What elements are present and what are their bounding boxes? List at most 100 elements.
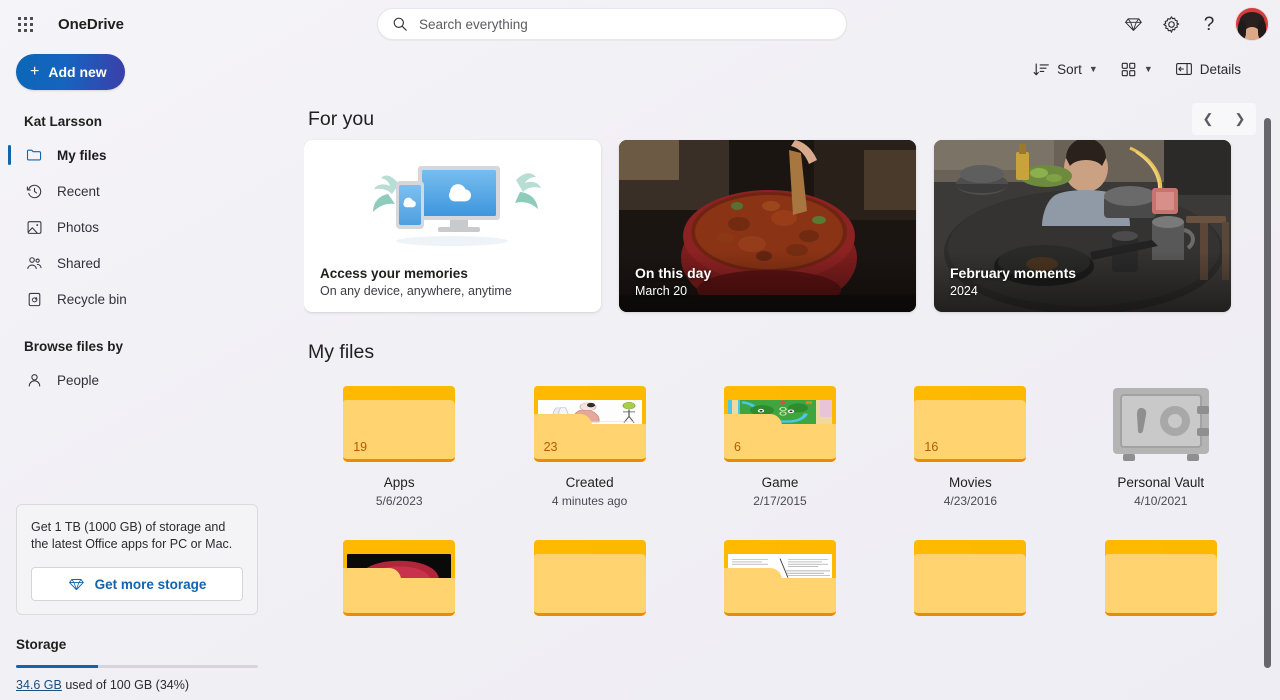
sidebar-item-shared[interactable]: Shared (16, 245, 268, 281)
chevron-left-icon[interactable]: ❮ (1192, 103, 1224, 135)
file-tile[interactable] (304, 518, 494, 626)
personal-vault-safe-icon (1105, 386, 1217, 462)
folder-icon (724, 540, 836, 616)
file-tile[interactable]: 16 Movies 4/23/2016 (875, 364, 1065, 518)
sidebar-item-people[interactable]: People (16, 362, 268, 398)
get-more-storage-label: Get more storage (95, 577, 207, 592)
storage-progress-bar (16, 665, 258, 668)
onedrive-app: OneDrive (0, 0, 1280, 700)
storage-used-link[interactable]: 34.6 GB (16, 678, 62, 692)
command-bar: Sort ▼ ▼ (304, 48, 1256, 90)
file-tile-name: Personal Vault (1117, 475, 1204, 490)
search-container (377, 8, 847, 40)
card-subtitle: March 20 (635, 284, 900, 298)
card-title: February moments (950, 265, 1215, 281)
folder-icon (1105, 540, 1217, 616)
for-you-card-on-this-day[interactable]: On this day March 20 (619, 140, 916, 312)
sort-button[interactable]: Sort ▼ (1024, 53, 1107, 85)
scrollbar-thumb[interactable] (1264, 118, 1271, 668)
app-body: + Add new Kat Larsson My files (0, 48, 1280, 700)
sidebar-item-photos[interactable]: Photos (16, 209, 268, 245)
file-tile-name: Apps (384, 475, 415, 490)
folder-icon: 16 (914, 386, 1026, 462)
folder-icon (24, 147, 44, 164)
add-new-label: Add new (48, 64, 106, 80)
diamond-icon[interactable] (1116, 7, 1150, 41)
sort-label: Sort (1057, 62, 1082, 77)
sidebar-item-label: People (57, 373, 99, 388)
app-launcher-grid-icon[interactable] (8, 7, 42, 41)
recent-clock-icon (24, 183, 44, 200)
browse-files-by-header: Browse files by (16, 317, 284, 362)
card-subtitle: On any device, anywhere, anytime (320, 284, 585, 298)
file-tile-name: Movies (949, 475, 992, 490)
files-grid: 19Apps5/6/202323Created4 minutes ago6Gam… (304, 364, 1256, 626)
sidebar-item-label: Photos (57, 220, 99, 235)
folder-item-count: 16 (924, 440, 938, 454)
scroll-area: For you ❮ ❯ (304, 90, 1256, 700)
storage-promo-card: Get 1 TB (1000 GB) of storage and the la… (16, 504, 258, 616)
file-tile[interactable]: Personal Vault 4/10/2021 (1066, 364, 1256, 518)
get-more-storage-button[interactable]: Get more storage (31, 567, 243, 601)
people-shared-icon (24, 255, 44, 272)
file-tile-name: Game (762, 475, 799, 490)
search-box[interactable] (377, 8, 847, 40)
for-you-card-february-moments[interactable]: February moments 2024 (934, 140, 1231, 312)
storage-used-detail: used of 100 GB (34%) (62, 678, 189, 692)
file-tile-name: Created (566, 475, 614, 490)
chevron-down-icon: ▼ (1144, 64, 1153, 74)
file-tile[interactable] (1066, 518, 1256, 626)
card-subtitle: 2024 (950, 284, 1215, 298)
card-caption: Access your memories On any device, anyw… (304, 266, 601, 312)
sidebar-item-recycle-bin[interactable]: Recycle bin (16, 281, 268, 317)
recycle-bin-icon (24, 291, 44, 308)
for-you-card-access-memories[interactable]: Access your memories On any device, anyw… (304, 140, 601, 312)
sidebar-item-my-files[interactable]: My files (16, 137, 268, 173)
promo-text: Get 1 TB (1000 GB) of storage and the la… (31, 519, 243, 555)
search-input[interactable] (419, 9, 832, 39)
my-files-title: My files (308, 341, 374, 364)
view-switcher-button[interactable]: ▼ (1111, 53, 1162, 85)
folder-icon (343, 540, 455, 616)
file-tile[interactable]: 23Created4 minutes ago (494, 364, 684, 518)
file-tile[interactable]: 6Game2/17/2015 (685, 364, 875, 518)
file-tile[interactable] (685, 518, 875, 626)
folder-icon: 6 (724, 386, 836, 462)
for-you-header: For you ❮ ❯ (304, 90, 1256, 136)
card-title: Access your memories (320, 266, 585, 281)
sidebar: + Add new Kat Larsson My files (0, 48, 284, 700)
folder-item-count: 19 (353, 440, 367, 454)
file-tile[interactable]: 19Apps5/6/2023 (304, 364, 494, 518)
file-tile[interactable] (875, 518, 1065, 626)
sidebar-item-label: Recycle bin (57, 292, 127, 307)
storage-usage-text: 34.6 GB used of 100 GB (34%) (16, 678, 258, 692)
user-avatar[interactable] (1236, 8, 1268, 40)
details-pane-icon (1175, 60, 1193, 78)
chevron-right-icon[interactable]: ❯ (1224, 103, 1256, 135)
plus-icon: + (30, 64, 39, 80)
search-icon (392, 16, 408, 32)
sidebar-item-label: My files (57, 148, 107, 163)
sidebar-item-recent[interactable]: Recent (16, 173, 268, 209)
header-actions: ? (1116, 7, 1268, 41)
file-tile-date: 4/10/2021 (1134, 494, 1187, 508)
help-icon[interactable]: ? (1192, 7, 1226, 41)
folder-front (343, 578, 455, 616)
folder-item-count: 6 (734, 440, 741, 454)
details-button[interactable]: Details (1166, 53, 1250, 85)
folder-icon: 19 (343, 386, 455, 462)
chevron-down-icon: ▼ (1089, 64, 1098, 74)
grid-view-icon (1120, 61, 1137, 78)
add-new-button[interactable]: + Add new (16, 54, 125, 90)
for-you-title: For you (308, 108, 374, 131)
vertical-scrollbar[interactable] (1260, 48, 1274, 700)
file-tile[interactable] (494, 518, 684, 626)
card-overlay: February moments 2024 (934, 251, 1231, 312)
sidebar-item-label: Shared (57, 256, 101, 271)
gear-icon[interactable] (1154, 7, 1188, 41)
file-tile-date: 4/23/2016 (944, 494, 997, 508)
diamond-icon (68, 576, 85, 593)
folder-front (724, 578, 836, 616)
card-overlay: On this day March 20 (619, 251, 916, 312)
main-content: Sort ▼ ▼ (284, 48, 1280, 700)
